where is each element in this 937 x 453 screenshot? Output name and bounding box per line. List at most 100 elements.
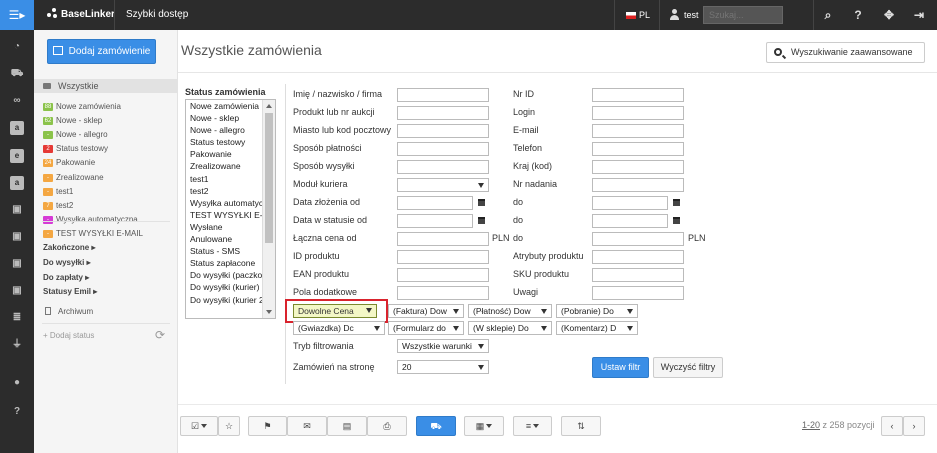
- filter-input-right[interactable]: [592, 268, 684, 282]
- sidebar-item-all[interactable]: Wszystkie: [34, 79, 177, 93]
- sort-button[interactable]: ⇅: [561, 416, 601, 436]
- extra-field-select[interactable]: (Płatność) Dow: [468, 304, 552, 318]
- user-menu[interactable]: test: [669, 0, 699, 30]
- filter-input-left[interactable]: [397, 124, 489, 138]
- select-checkbox-button[interactable]: ☑: [180, 416, 218, 436]
- prev-page-button[interactable]: ‹: [881, 416, 903, 436]
- status-option[interactable]: test2: [186, 185, 264, 197]
- a-icon[interactable]: a: [10, 121, 24, 135]
- courier-module-select[interactable]: [397, 178, 489, 192]
- filter-input-right[interactable]: [592, 160, 684, 174]
- filter-input-right[interactable]: [592, 250, 684, 264]
- apply-filter-button[interactable]: Ustaw filtr: [592, 357, 649, 378]
- move-icon[interactable]: ✥: [874, 0, 904, 30]
- status-option[interactable]: Nowe zamówienia: [186, 100, 264, 112]
- extra-field-select[interactable]: (Faktura) Dow: [388, 304, 464, 318]
- status-option[interactable]: Wysyłka automatyczna: [186, 197, 264, 209]
- dashboard-icon[interactable]: ◔: [10, 40, 24, 54]
- price-from-input[interactable]: [397, 232, 489, 246]
- top-search-input[interactable]: [703, 6, 783, 24]
- sidebar-status-item[interactable]: 62 Nowe - sklep: [43, 115, 102, 127]
- database-icon[interactable]: ≣: [10, 311, 24, 325]
- sidebar-group-to-pay[interactable]: Do zapłaty ▸: [43, 272, 89, 284]
- clear-filters-button[interactable]: Wyczyść filtry: [653, 357, 723, 378]
- add-status-link[interactable]: + Dodaj status: [43, 331, 94, 340]
- menu-icon[interactable]: ☰▸: [0, 0, 34, 30]
- next-page-button[interactable]: ›: [903, 416, 925, 436]
- sidebar-status-item[interactable]: - test1: [43, 186, 73, 198]
- extra-field-select[interactable]: (Pobranie) Do: [556, 304, 638, 318]
- calendar-icon[interactable]: [670, 196, 683, 210]
- flag-button[interactable]: ⚑: [248, 416, 287, 436]
- scroll-down-icon[interactable]: [266, 310, 272, 314]
- status-option[interactable]: Anulowane: [186, 233, 264, 245]
- sidebar-status-item[interactable]: - TEST WYSYŁKI E-MAIL: [43, 228, 143, 240]
- date-to-input[interactable]: [592, 214, 668, 228]
- search-icon[interactable]: ⌕: [813, 0, 843, 30]
- filter-input-left[interactable]: [397, 160, 489, 174]
- filter-input-left[interactable]: [397, 106, 489, 120]
- plug-icon[interactable]: ⏚: [10, 338, 24, 352]
- status-option[interactable]: Pakowanie: [186, 148, 264, 160]
- help-icon[interactable]: ?: [10, 405, 24, 419]
- sidebar-status-item[interactable]: - Nowe - allegro: [43, 129, 108, 141]
- print-button[interactable]: ⎙: [367, 416, 407, 436]
- status-list-scrollbar[interactable]: [262, 100, 275, 318]
- calendar-icon[interactable]: [670, 214, 683, 228]
- filter-input-left[interactable]: [397, 142, 489, 156]
- filter-input-right[interactable]: [592, 124, 684, 138]
- status-multiselect[interactable]: Nowe zamówienia Nowe - sklep Nowe - allegr…: [185, 99, 276, 319]
- filter-input-right[interactable]: [592, 286, 684, 300]
- sidebar-status-item[interactable]: 2 Status testowy: [43, 143, 108, 155]
- status-option[interactable]: Status zapłacone: [186, 257, 264, 269]
- filter-input-left[interactable]: [397, 268, 489, 282]
- filter-input-left[interactable]: [397, 88, 489, 102]
- date-from-input[interactable]: [397, 214, 473, 228]
- calendar-icon[interactable]: [475, 214, 488, 228]
- email-button[interactable]: ✉: [287, 416, 327, 436]
- cart-icon[interactable]: ⛟: [10, 67, 24, 81]
- user-icon[interactable]: ●: [10, 376, 24, 390]
- refresh-icon[interactable]: ⟳: [155, 328, 165, 342]
- scroll-up-icon[interactable]: [266, 104, 272, 108]
- bag-icon[interactable]: ▣: [10, 203, 24, 217]
- extra-field-select[interactable]: (Gwiazdka) Dc: [293, 321, 385, 335]
- link-icon[interactable]: ∞: [10, 94, 24, 108]
- filter-input-left[interactable]: [397, 286, 489, 300]
- custom-price-select[interactable]: Dowolne Cena: [293, 304, 377, 318]
- sidebar-status-item[interactable]: 7 test2: [43, 200, 73, 212]
- status-option[interactable]: Nowe - sklep: [186, 112, 264, 124]
- shipping-button[interactable]: ⛟: [416, 416, 456, 436]
- list-menu-button[interactable]: ≡: [513, 416, 552, 436]
- status-option[interactable]: Status testowy: [186, 136, 264, 148]
- filter-input-right[interactable]: [592, 88, 684, 102]
- sidebar-status-item[interactable]: 88 Nowe zamówienia: [43, 101, 121, 113]
- language-switch[interactable]: PL: [626, 0, 650, 30]
- per-page-select[interactable]: 20: [397, 360, 489, 374]
- brand-logo[interactable]: BaseLinker: [47, 0, 115, 30]
- status-option[interactable]: Wysłane: [186, 221, 264, 233]
- favorite-button[interactable]: ☆: [218, 416, 240, 436]
- filter-input-left[interactable]: [397, 250, 489, 264]
- bag-icon[interactable]: ▣: [10, 230, 24, 244]
- sidebar-status-item[interactable]: 24 Pakowanie: [43, 157, 95, 169]
- document-button[interactable]: ▤: [327, 416, 367, 436]
- calendar-icon[interactable]: [475, 196, 488, 210]
- status-option[interactable]: Do wysyłki (kurier): [186, 281, 264, 293]
- logout-icon[interactable]: ⇥: [904, 0, 934, 30]
- status-option[interactable]: TEST WYSYŁKI E-MAIL: [186, 209, 264, 221]
- date-from-input[interactable]: [397, 196, 473, 210]
- quick-access-menu[interactable]: Szybki dostęp: [126, 0, 188, 30]
- extra-field-select[interactable]: (W sklepie) Do: [468, 321, 552, 335]
- add-order-button[interactable]: Dodaj zamówienie: [47, 39, 156, 64]
- sidebar-group-emil[interactable]: Statusy Emil ▸: [43, 286, 97, 298]
- bag-icon[interactable]: ▣: [10, 284, 24, 298]
- filter-input-right[interactable]: [592, 178, 684, 192]
- help-icon[interactable]: ?: [843, 0, 873, 30]
- advanced-search-button[interactable]: Wyszukiwanie zaawansowane: [766, 42, 925, 63]
- warehouse-button[interactable]: ▦: [464, 416, 504, 436]
- e-icon[interactable]: e: [10, 149, 24, 163]
- price-to-input[interactable]: [592, 232, 684, 246]
- extra-field-select[interactable]: (Formularz do: [388, 321, 464, 335]
- status-option[interactable]: Status - SMS: [186, 245, 264, 257]
